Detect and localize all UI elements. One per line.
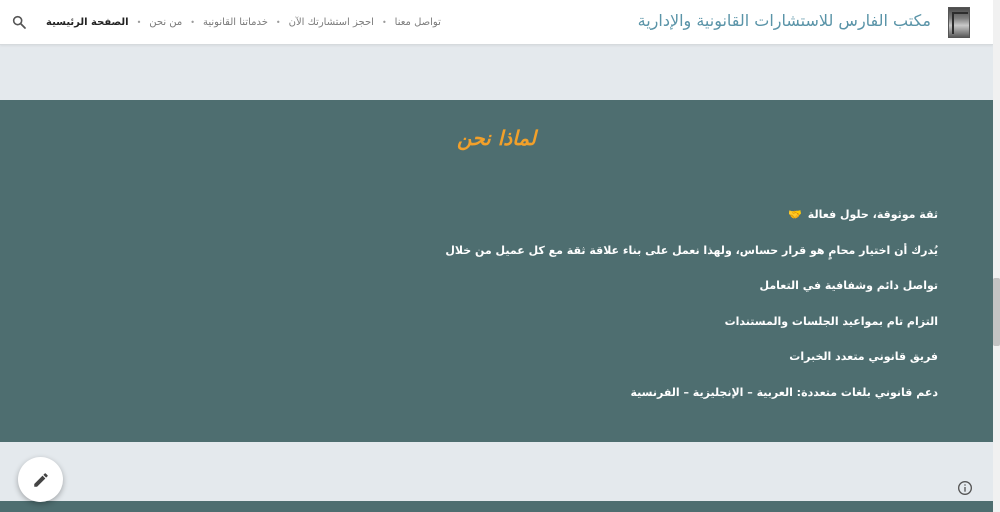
list-item-text: تواصل دائم وشفافية في التعامل [759,279,939,292]
pencil-icon [33,472,48,487]
list-item: التزام تام بمواعيد الجلسات والمستندات [338,315,938,351]
edit-button[interactable] [18,457,63,502]
nav-separator: • [136,17,142,27]
list-item: يُدرك أن اختيار محامٍ هو قرار حساس، ولهذ… [338,244,938,280]
list-item-text: دعم قانوني بلغات متعددة: العربية – الإنج… [630,385,939,399]
list-item-text: فريق قانوني متعدد الخبرات [789,350,938,363]
nav-item-booking[interactable]: احجز استشارتك الآن [289,17,374,28]
why-us-section: لماذا نحن ثقة موثوقة، حلول فعالة 🤝 يُدرك… [0,100,993,442]
site-title[interactable]: مكتب الفارس للاستشارات القانونية والإدار… [638,11,931,30]
nav-separator: • [190,17,195,27]
search-icon[interactable] [11,14,27,30]
list-item-text: يُدرك أن اختيار محامٍ هو قرار حساس، ولهذ… [445,243,938,257]
nav-item-about[interactable]: من نحن [149,17,182,28]
site-header: مكتب الفارس للاستشارات القانونية والإدار… [0,0,993,45]
list-item: فريق قانوني متعدد الخبرات [338,350,938,386]
list-item-text: ثقة موثوقة، حلول فعالة [807,208,938,221]
handshake-icon: 🤝 [788,208,802,221]
list-item: تواصل دائم وشفافية في التعامل [338,279,939,315]
site-logo[interactable] [948,7,970,38]
nav-separator: • [275,17,281,27]
nav-item-home[interactable]: الصفحة الرئيسية [46,17,129,28]
nav-separator: • [381,17,387,27]
main-nav: الصفحة الرئيسية • من نحن • خدماتنا القان… [46,15,441,29]
why-us-list: ثقة موثوقة، حلول فعالة 🤝 يُدرك أن اختيار… [338,208,938,421]
info-icon[interactable] [957,480,973,496]
scrollbar-thumb[interactable] [993,278,1000,346]
nav-item-contact[interactable]: تواصل معنا [395,17,441,28]
next-section-edge [0,501,993,512]
list-item-text: التزام تام بمواعيد الجلسات والمستندات [724,314,938,328]
section-title: لماذا نحن [457,126,536,150]
nav-item-services[interactable]: خدماتنا القانونية [203,17,268,28]
page-scrollbar[interactable] [993,0,1000,512]
list-item: ثقة موثوقة، حلول فعالة 🤝 [338,208,938,244]
list-item: دعم قانوني بلغات متعددة: العربية – الإنج… [338,385,939,422]
